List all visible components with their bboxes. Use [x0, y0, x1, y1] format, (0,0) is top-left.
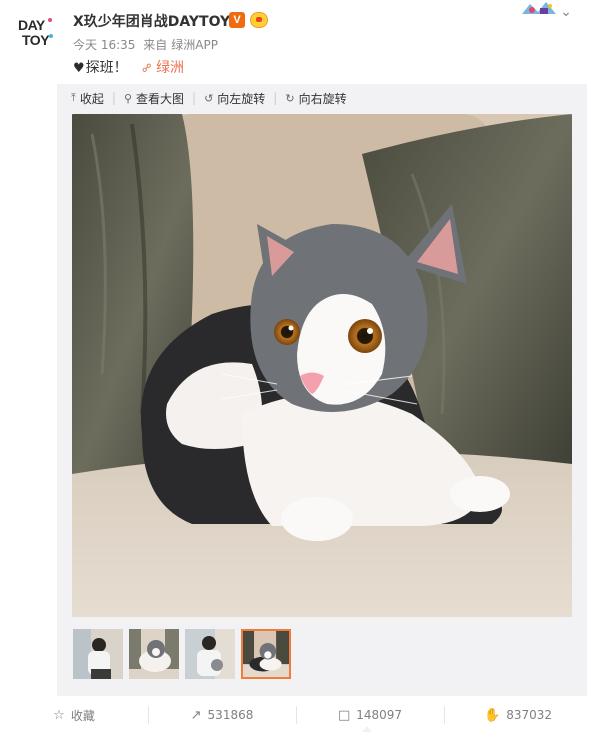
- comment-icon: □: [337, 707, 351, 723]
- source-app-link[interactable]: 绿洲APP: [171, 38, 218, 52]
- thumb-cat-1[interactable]: [129, 629, 179, 679]
- media-panel: ⤒ 收起 | ⚲ 查看大图 | ↺ 向左旋转 | ↻ 向右旋转: [57, 84, 587, 696]
- post-meta: 今天 16:35 来自 绿洲APP: [73, 36, 222, 53]
- like-button[interactable]: ✋ 837032: [444, 698, 592, 732]
- chevron-down-icon[interactable]: ⌄: [558, 4, 574, 20]
- rotate-right-button[interactable]: ↻ 向右旋转: [285, 90, 346, 107]
- link-icon: ⚯: [138, 59, 156, 77]
- thumb-cat-2[interactable]: [241, 629, 291, 679]
- avatar-text-line1: DAY: [18, 17, 45, 33]
- upload-arrow-icon: ⤒: [71, 91, 76, 104]
- avatar-dot-icon: [48, 18, 52, 22]
- repost-icon: ↗: [190, 707, 202, 723]
- collapse-label: 收起: [79, 91, 104, 106]
- toolbar-divider: |: [192, 91, 197, 105]
- star-icon: ☆: [53, 707, 65, 723]
- weibo-post-card: DAY TOY X玖少年团肖战DAYTOY V ⌄ 今天 16:35 来自 绿洲A…: [0, 0, 592, 732]
- magnifier-icon: ⚲: [123, 91, 132, 105]
- post-text-content: 探班！: [85, 60, 128, 76]
- rotate-right-icon: ↻: [285, 91, 295, 105]
- oasis-link-label: 绿洲: [156, 60, 185, 76]
- thumb-person-2[interactable]: [185, 629, 235, 679]
- favorite-button[interactable]: ☆ 收藏: [0, 698, 148, 732]
- avatar-text-line2: TOY: [22, 32, 50, 48]
- action-bar: ☆ 收藏 ↗ 531868 □ 148097 ✋ 837032: [0, 698, 592, 732]
- member-badge-icon[interactable]: [250, 12, 268, 28]
- verified-icon[interactable]: V: [229, 12, 245, 28]
- black-heart-icon: ♥: [73, 61, 85, 76]
- view-large-button[interactable]: ⚲ 查看大图: [124, 90, 184, 107]
- toolbar-divider: |: [111, 91, 116, 105]
- main-photo-cat[interactable]: [72, 114, 572, 617]
- collapse-button[interactable]: ⤒ 收起: [71, 90, 104, 107]
- rotate-left-label: 向左旋转: [217, 91, 266, 106]
- avatar[interactable]: DAY TOY: [18, 14, 54, 50]
- comment-count: 148097: [356, 708, 403, 722]
- source-prefix: 来自: [143, 38, 168, 52]
- image-toolbar: ⤒ 收起 | ⚲ 查看大图 | ↺ 向左旋转 | ↻ 向右旋转: [71, 89, 347, 107]
- avatar-dot-icon: [49, 34, 53, 38]
- toolbar-divider: |: [273, 91, 278, 105]
- rotate-left-icon: ↺: [204, 91, 214, 105]
- rotate-left-button[interactable]: ↺ 向左旋转: [204, 90, 265, 107]
- thumb-person-1[interactable]: [73, 629, 123, 679]
- like-count: 837032: [506, 708, 552, 722]
- post-text: ♥探班！: [73, 57, 128, 77]
- decoration-art-icon: [522, 2, 556, 14]
- post-time[interactable]: 今天 16:35: [73, 38, 135, 52]
- username[interactable]: X玖少年团肖战DAYTOY: [73, 11, 230, 31]
- repost-button[interactable]: ↗ 531868: [148, 698, 296, 732]
- thumbnail-strip: [73, 629, 297, 679]
- view-large-label: 查看大图: [136, 91, 185, 106]
- comment-caret-icon: [362, 726, 372, 732]
- thumbs-up-icon: ✋: [484, 707, 501, 723]
- oasis-link[interactable]: ⚯绿洲: [138, 57, 185, 77]
- favorite-label: 收藏: [70, 708, 95, 723]
- rotate-right-label: 向右旋转: [298, 91, 347, 106]
- repost-count: 531868: [207, 708, 254, 722]
